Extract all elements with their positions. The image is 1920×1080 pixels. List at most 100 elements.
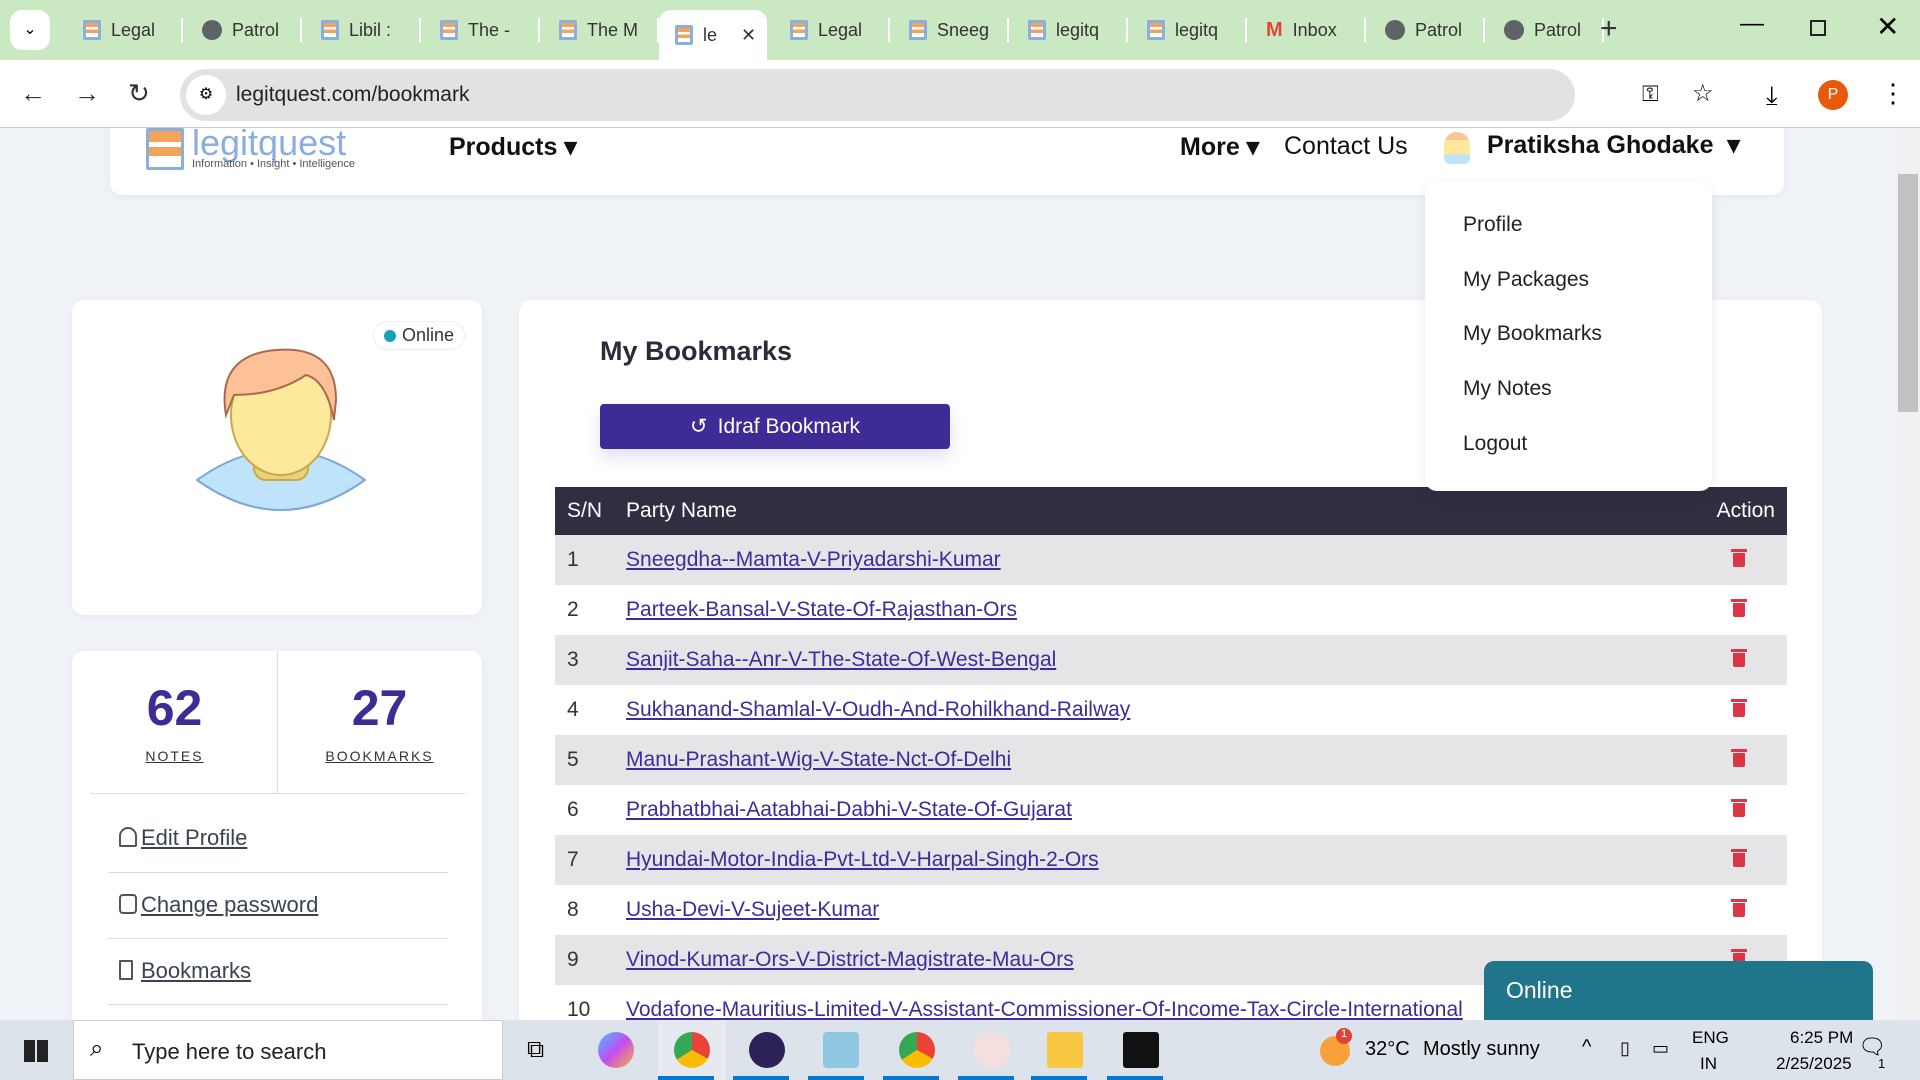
party-name-link[interactable]: Sukhanand-Shamlal-V-Oudh-And-Rohilkhand-… (626, 698, 1130, 721)
party-name-link[interactable]: Vinod-Kumar-Ors-V-District-Magistrate-Ma… (626, 948, 1074, 971)
terminal-icon[interactable] (1123, 1032, 1159, 1068)
party-name-link[interactable]: Vodafone-Mauritius-Limited-V-Assistant-C… (626, 998, 1463, 1020)
tab-search-button[interactable]: ⌄ (10, 10, 50, 50)
language-indicator[interactable]: ENG (1692, 1028, 1729, 1048)
download-icon[interactable]: ⤓ (1766, 80, 1778, 112)
browser-tab[interactable]: Libil : (305, 10, 421, 50)
forward-button[interactable]: → (74, 78, 100, 109)
delete-trash-icon[interactable] (1731, 597, 1747, 617)
delete-trash-icon[interactable] (1731, 547, 1747, 567)
table-row: 1 Sneegdha--Mamta-V-Priyadarshi-Kumar (555, 535, 1787, 585)
delete-trash-icon[interactable] (1731, 697, 1747, 717)
scrollbar-thumb[interactable] (1898, 174, 1918, 412)
nav-more[interactable]: More ▾ (1180, 132, 1259, 162)
restore-button[interactable] (1810, 20, 1826, 36)
bookmarks-side-link[interactable]: Bookmarks (141, 958, 251, 984)
user-menu[interactable]: Pratiksha Ghodake ▾ (1487, 130, 1740, 160)
battery-icon[interactable]: ▭ (1652, 1038, 1669, 1059)
copilot-icon[interactable] (598, 1032, 634, 1068)
tab-separator (1245, 18, 1247, 42)
delete-trash-icon[interactable] (1731, 847, 1747, 867)
tab-separator (888, 18, 890, 42)
dropdown-my-packages[interactable]: My Packages (1463, 268, 1589, 292)
page-scrollbar[interactable] (1896, 128, 1920, 1020)
tab-strip: ⌄ Legal Patrol Libil : The - The M le ✕ Legal Sn… (0, 0, 1920, 60)
party-name-link[interactable]: Sneegdha--Mamta-V-Priyadarshi-Kumar (626, 548, 1001, 571)
legitquest-favicon-icon (559, 20, 577, 40)
minimize-button[interactable]: — (1740, 10, 1764, 38)
close-window-button[interactable]: ✕ (1876, 10, 1899, 43)
chrome-profile-icon[interactable] (899, 1032, 935, 1068)
tray-chevron-icon[interactable]: ^ (1582, 1036, 1591, 1059)
table-row: 6 Prabhatbhai-Aatabhai-Dabhi-V-State-Of-… (555, 785, 1787, 835)
delete-trash-icon[interactable] (1731, 647, 1747, 667)
browser-tab[interactable]: Patrol (1369, 10, 1485, 50)
browser-tab[interactable]: The - (424, 10, 540, 50)
delete-trash-icon[interactable] (1731, 797, 1747, 817)
windows-start-icon[interactable] (24, 1040, 48, 1062)
clock-time[interactable]: 6:25 PM (1790, 1028, 1853, 1048)
clock-date[interactable]: 2/25/2025 (1776, 1054, 1852, 1074)
chrome-icon[interactable] (674, 1032, 710, 1068)
site-info-icon[interactable]: ⚙ (186, 75, 226, 115)
browser-tab[interactable]: le ✕ (659, 10, 767, 60)
browser-tab[interactable]: Patrol (1488, 10, 1604, 50)
close-tab-icon[interactable]: ✕ (741, 25, 756, 46)
browser-tab[interactable]: M Inbox (1250, 10, 1366, 50)
party-name-link[interactable]: Parteek-Bansal-V-State-Of-Rajasthan-Ors (626, 598, 1017, 621)
browser-tab[interactable]: legitq (1012, 10, 1128, 50)
party-name-link[interactable]: Usha-Devi-V-Sujeet-Kumar (626, 898, 879, 921)
row-action (1697, 885, 1787, 935)
party-name-link[interactable]: Hyundai-Motor-India-Pvt-Ltd-V-Harpal-Sin… (626, 848, 1099, 871)
browser-tab[interactable]: The M (543, 10, 659, 50)
tab-separator (300, 18, 302, 42)
idraf-bookmark-button[interactable]: ↺ Idraf Bookmark (600, 404, 950, 449)
address-bar[interactable]: ⚙ legitquest.com/bookmark ⚿ ☆ (180, 69, 1714, 121)
change-password-link[interactable]: Change password (141, 892, 318, 918)
party-name-link[interactable]: Sanjit-Saha--Anr-V-The-State-Of-West-Ben… (626, 648, 1056, 671)
running-indicator (958, 1076, 1014, 1080)
eclipse-icon[interactable] (749, 1032, 785, 1068)
browser-tab[interactable]: Legal (67, 10, 183, 50)
browser-tab[interactable]: Patrol (186, 10, 302, 50)
chat-widget[interactable]: Online (1484, 961, 1873, 1020)
dropdown-my-notes[interactable]: My Notes (1463, 377, 1552, 401)
browser-tab[interactable]: Sneeg (893, 10, 1009, 50)
task-view-icon[interactable]: ⧉ (527, 1036, 544, 1064)
new-tab-button[interactable]: + (1600, 12, 1618, 46)
delete-trash-icon[interactable] (1731, 747, 1747, 767)
nav-products[interactable]: Products ▾ (449, 132, 577, 162)
tab-separator (181, 18, 183, 42)
browser-tab[interactable]: Legal (774, 10, 890, 50)
meet-icon[interactable]: ▯ (1620, 1038, 1630, 1059)
tab-title: Patrol (1415, 19, 1463, 40)
browser-menu-icon[interactable]: ⋮ (1880, 78, 1906, 109)
edit-profile-link[interactable]: Edit Profile (141, 825, 247, 851)
dropdown-my-bookmarks[interactable]: My Bookmarks (1463, 322, 1602, 346)
dropdown-logout[interactable]: Logout (1463, 432, 1527, 456)
snipping-tool-icon[interactable] (974, 1032, 1010, 1068)
delete-trash-icon[interactable] (1731, 897, 1747, 917)
col-party-name: Party Name (614, 487, 1697, 535)
temperature[interactable]: 32°C (1365, 1038, 1410, 1061)
nav-contact-us[interactable]: Contact Us (1284, 132, 1408, 161)
bookmark-star-icon[interactable]: ☆ (1692, 79, 1714, 108)
password-key-icon[interactable]: ⚿ (1642, 81, 1659, 107)
bookmarks-link[interactable]: BOOKMARKS (277, 748, 482, 764)
logo[interactable]: legitquest Information • Insight • Intel… (146, 128, 355, 170)
back-button[interactable]: ← (20, 78, 46, 109)
notes-link[interactable]: NOTES (72, 748, 277, 764)
taskbar-search[interactable]: ⌕ Type here to search (73, 1020, 503, 1080)
file-explorer-icon[interactable] (1047, 1032, 1083, 1068)
weather-text[interactable]: Mostly sunny (1423, 1038, 1540, 1061)
browser-tab[interactable]: legitq (1131, 10, 1247, 50)
legitquest-favicon-icon (790, 20, 808, 40)
dropdown-profile[interactable]: Profile (1463, 213, 1523, 237)
party-name-link[interactable]: Manu-Prashant-Wig-V-State-Nct-Of-Delhi (626, 748, 1011, 771)
region-indicator[interactable]: IN (1700, 1054, 1717, 1074)
notepad-icon[interactable] (823, 1032, 859, 1068)
reload-button[interactable]: ↻ (128, 78, 150, 109)
party-name-link[interactable]: Prabhatbhai-Aatabhai-Dabhi-V-State-Of-Gu… (626, 798, 1072, 821)
tab-separator (1126, 18, 1128, 42)
profile-avatar[interactable]: P (1818, 80, 1848, 110)
